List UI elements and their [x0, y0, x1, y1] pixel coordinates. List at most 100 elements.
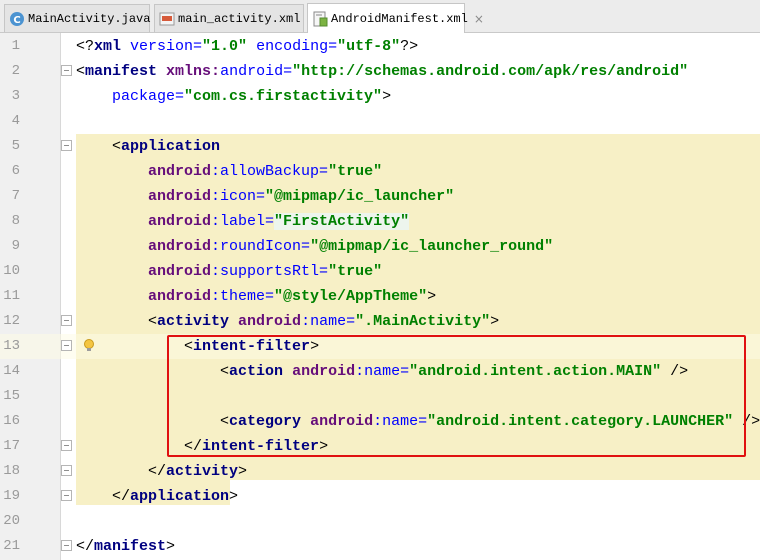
- line-number: 8: [11, 213, 20, 229]
- code-token: package=: [76, 88, 185, 105]
- xml-layout-icon: [159, 12, 175, 25]
- code-token: :icon=: [211, 188, 266, 205]
- code-token: >: [238, 463, 248, 480]
- code-token: >: [427, 288, 437, 305]
- code-token: "utf-8": [337, 38, 401, 55]
- line-number: 3: [11, 88, 20, 104]
- code-line[interactable]: <?xml version="1.0" encoding="utf-8"?>: [76, 34, 418, 59]
- code-token: android: [76, 188, 212, 205]
- code-token: android: [238, 313, 302, 330]
- code-token: >: [382, 88, 392, 105]
- fold-toggle-icon[interactable]: [61, 65, 72, 76]
- fold-toggle-icon[interactable]: [61, 140, 72, 151]
- code-token: application: [130, 488, 230, 505]
- code-token: <: [76, 313, 158, 330]
- code-token: android: [76, 213, 212, 230]
- tab-label: MainActivity.java: [28, 11, 151, 26]
- line-number: 6: [11, 163, 20, 179]
- close-icon[interactable]: ×: [474, 12, 484, 26]
- code-token: application: [121, 138, 221, 155]
- code-line[interactable]: </activity>: [76, 459, 247, 484]
- code-line[interactable]: <application: [76, 134, 220, 159]
- line-number: 21: [3, 538, 20, 554]
- tab-main-activity-xml[interactable]: main_activity.xml ×: [154, 4, 316, 32]
- code-token: version=: [121, 38, 203, 55]
- code-token: manifest: [94, 538, 167, 555]
- code-token: "true": [328, 263, 383, 280]
- tab-label: main_activity.xml: [178, 11, 301, 26]
- fold-toggle-icon[interactable]: [61, 540, 72, 551]
- code-token: android=: [220, 63, 293, 80]
- code-line[interactable]: android:icon="@mipmap/ic_launcher": [76, 184, 454, 209]
- code-token: encoding=: [247, 38, 338, 55]
- editor-tab-bar: C MainActivity.java × main_activity.xml …: [0, 0, 760, 33]
- code-line[interactable]: <manifest xmlns:android="http://schemas.…: [76, 59, 688, 84]
- code-line[interactable]: android:roundIcon="@mipmap/ic_launcher_r…: [76, 234, 553, 259]
- fold-toggle-icon[interactable]: [61, 490, 72, 501]
- line-number: 16: [3, 413, 20, 429]
- code-token: ?>: [400, 38, 419, 55]
- code-token: android: [76, 263, 212, 280]
- code-token: :name=: [301, 313, 356, 330]
- intent-filter-annotation-box: [167, 335, 746, 457]
- code-token: >: [229, 488, 239, 505]
- fold-toggle-icon[interactable]: [61, 465, 72, 476]
- line-number: 11: [3, 288, 20, 304]
- code-token: "@mipmap/ic_launcher_round": [310, 238, 554, 255]
- code-token: "@style/AppTheme": [274, 288, 428, 305]
- code-token: android: [76, 288, 212, 305]
- code-token: </: [76, 488, 131, 505]
- line-number: 9: [11, 238, 20, 254]
- code-line[interactable]: android:allowBackup="true": [76, 159, 382, 184]
- fold-toggle-icon[interactable]: [61, 440, 72, 451]
- code-token: </: [76, 463, 167, 480]
- code-token: "http://schemas.android.com/apk/res/andr…: [292, 63, 689, 80]
- tab-label: AndroidManifest.xml: [331, 11, 468, 26]
- code-line[interactable]: android:theme="@style/AppTheme">: [76, 284, 436, 309]
- code-token: :label=: [211, 213, 275, 230]
- code-token: android: [76, 238, 212, 255]
- java-class-icon: C: [10, 11, 24, 26]
- line-number: 7: [11, 188, 20, 204]
- line-number: 19: [3, 488, 20, 504]
- code-line[interactable]: android:supportsRtl="true": [76, 259, 382, 284]
- code-token: "FirstActivity": [274, 213, 410, 230]
- line-number: 1: [11, 38, 20, 54]
- line-number: 2: [11, 63, 20, 79]
- manifest-icon: [313, 11, 328, 26]
- tab-mainactivity-java[interactable]: C MainActivity.java ×: [4, 4, 166, 32]
- code-token: :allowBackup=: [211, 163, 329, 180]
- code-token: :roundIcon=: [211, 238, 311, 255]
- code-token: manifest: [85, 63, 158, 80]
- fold-toggle-icon[interactable]: [61, 340, 72, 351]
- code-line[interactable]: </manifest>: [76, 534, 175, 559]
- code-token: </: [76, 538, 95, 555]
- code-token: :supportsRtl=: [211, 263, 329, 280]
- code-token: xmlns:: [166, 63, 221, 80]
- line-number: 20: [3, 513, 20, 529]
- code-token: :theme=: [211, 288, 275, 305]
- code-token: activity: [166, 463, 239, 480]
- line-number: 13: [3, 338, 20, 354]
- line-number: 10: [3, 263, 20, 279]
- code-line[interactable]: </application>: [76, 484, 238, 509]
- code-token: "1.0": [202, 38, 248, 55]
- code-token: >: [490, 313, 500, 330]
- code-token: <: [76, 63, 86, 80]
- tab-androidmanifest-xml[interactable]: AndroidManifest.xml ×: [307, 3, 484, 33]
- code-token: xml: [94, 38, 122, 55]
- code-line[interactable]: package="com.cs.firstactivity">: [76, 84, 391, 109]
- line-number: 5: [11, 138, 20, 154]
- code-token: "com.cs.firstactivity": [184, 88, 383, 105]
- code-token: android: [76, 163, 212, 180]
- code-line[interactable]: android:label="FirstActivity": [76, 209, 410, 234]
- code-token: ".MainActivity": [355, 313, 491, 330]
- code-line[interactable]: <activity android:name=".MainActivity">: [76, 309, 499, 334]
- code-token: activity: [157, 313, 230, 330]
- line-number: 14: [3, 363, 20, 379]
- svg-text:C: C: [13, 15, 20, 26]
- fold-toggle-icon[interactable]: [61, 315, 72, 326]
- line-number: 4: [11, 113, 20, 129]
- code-token: <?: [76, 38, 95, 55]
